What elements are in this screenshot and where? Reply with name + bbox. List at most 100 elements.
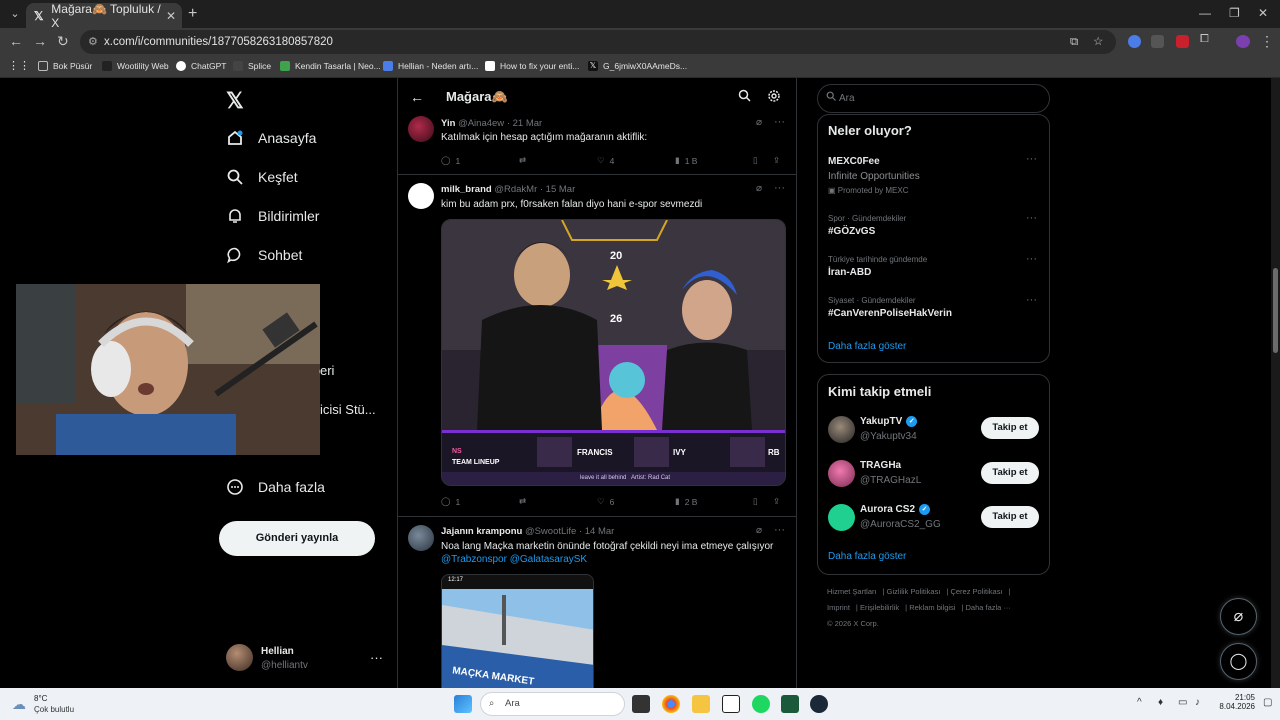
footer-link[interactable]: Gizlilik Politikası (887, 587, 941, 596)
avatar[interactable] (408, 183, 434, 209)
messages-fab-icon[interactable]: ◯ (1220, 643, 1257, 680)
reply-button[interactable]: ◯ 1 (441, 155, 460, 166)
nav-more[interactable]: Daha fazla (226, 478, 325, 496)
tweet[interactable]: Jajanın kramponu @SwootLife · 14 Mar ⌀ ·… (398, 517, 796, 688)
new-tab-button[interactable]: + (188, 5, 197, 23)
search-input[interactable]: Ara (817, 84, 1050, 113)
back-arrow-icon[interactable]: ← (410, 89, 424, 105)
follow-user-name[interactable]: YakupTV ✓ (860, 416, 918, 427)
app-icon[interactable] (781, 695, 799, 713)
footer-link[interactable]: Daha fazla ··· (966, 603, 1011, 612)
browser-menu-icon[interactable]: ⋮ (1260, 33, 1274, 50)
more-dots-icon[interactable]: ··· (774, 524, 785, 536)
close-tab-icon[interactable]: ✕ (166, 9, 176, 23)
follow-user-name[interactable]: TRAGHa (860, 460, 901, 471)
account-switcher[interactable]: Hellian @helliantv ··· (226, 644, 386, 674)
like-button[interactable]: ♡ 4 (597, 155, 614, 166)
bookmark-item[interactable]: ChatGPT (176, 61, 226, 71)
like-button[interactable]: ♡ 6 (597, 496, 614, 507)
tweet-date[interactable]: · 21 Mar (507, 118, 542, 129)
extension-icon[interactable] (1176, 35, 1189, 48)
bookmark-item[interactable]: Kendin Tasarla | Neo... (280, 61, 381, 71)
bookmark-button[interactable]: ▯ (753, 496, 758, 507)
bookmark-item[interactable]: Hellian - Neden artı... (383, 61, 478, 71)
footer-link[interactable]: Imprint (827, 603, 850, 612)
author-name[interactable]: Jajanın kramponu (441, 526, 522, 537)
microphone-icon[interactable]: ♦ (1158, 697, 1163, 708)
network-icon[interactable]: ▭ (1178, 697, 1187, 708)
bookmark-item[interactable]: How to fix your enti... (485, 61, 579, 71)
tweet-date[interactable]: · 15 Mar (540, 184, 575, 195)
notion-icon[interactable] (722, 695, 740, 713)
avatar[interactable] (828, 416, 855, 443)
install-app-icon[interactable]: ⧉ (1070, 30, 1078, 54)
more-dots-icon[interactable]: ··· (774, 182, 785, 194)
follow-button[interactable]: Takip et (981, 506, 1039, 528)
clock[interactable]: 21:05 8.04.2026 (1215, 693, 1255, 711)
spotify-icon[interactable] (752, 695, 770, 713)
tweet[interactable]: Yin @Aina4ew · 21 Mar ⌀ ··· Katılmak içi… (398, 116, 796, 175)
steam-icon[interactable] (810, 695, 828, 713)
site-info-icon[interactable]: ⚙ (88, 30, 98, 54)
bookmark-item[interactable]: Bok Püsür (38, 61, 92, 71)
address-bar[interactable]: ⚙ x.com/i/communities/187705826318085782… (80, 30, 1116, 54)
minimize-icon[interactable]: — (1199, 6, 1211, 20)
more-dots-icon[interactable]: ··· (1026, 253, 1037, 265)
search-icon[interactable] (738, 89, 751, 105)
share-button[interactable]: ⇪ (773, 155, 780, 166)
trend-name[interactable]: #CanVerenPoliseHakVerin (828, 308, 952, 319)
scrollbar-thumb[interactable] (1273, 268, 1278, 353)
apps-grid-icon[interactable]: ⋮⋮ (8, 59, 30, 72)
file-explorer-icon[interactable] (692, 695, 710, 713)
chrome-icon[interactable] (662, 695, 680, 713)
avatar[interactable] (408, 116, 434, 142)
author-handle[interactable]: @Aina4ew (458, 118, 504, 129)
grok-icon[interactable]: ⌀ (756, 117, 762, 128)
x-logo-icon[interactable]: 𝕏 (226, 88, 244, 114)
tweet-date[interactable]: · 14 Mar (579, 526, 614, 537)
views-button[interactable]: ▮ 1 B (675, 155, 697, 166)
close-window-icon[interactable]: ✕ (1258, 6, 1268, 20)
author-name[interactable]: Yin (441, 118, 455, 129)
follow-user-handle[interactable]: @Yakuptv34 (860, 431, 917, 442)
volume-icon[interactable]: ♪ (1195, 697, 1200, 708)
repost-button[interactable]: ⇄ (519, 155, 526, 166)
trend-name[interactable]: #GÖZvGS (828, 226, 875, 237)
tweet-mentions[interactable]: @Trabzonspor @GalatasaraySK (441, 554, 587, 565)
bookmark-star-icon[interactable]: ☆ (1093, 30, 1103, 54)
more-dots-icon[interactable]: ··· (1026, 153, 1037, 165)
extension-icon[interactable] (1128, 35, 1141, 48)
nav-notifications[interactable]: Bildirimler (226, 207, 319, 225)
task-view-icon[interactable] (632, 695, 650, 713)
taskbar-search-input[interactable]: ⌕ Ara (480, 692, 625, 716)
more-dots-icon[interactable]: ··· (774, 116, 785, 128)
follow-user-handle[interactable]: @AuroraCS2_GG (860, 519, 941, 530)
avatar[interactable] (828, 504, 855, 531)
extensions-puzzle-icon[interactable]: ⧠ (1200, 33, 1213, 46)
browser-tab[interactable]: 𝕏 Mağara🙈 Topluluk / X ✕ (26, 2, 182, 30)
gear-icon[interactable] (767, 89, 781, 106)
back-icon[interactable]: ← (9, 33, 23, 49)
more-dots-icon[interactable]: ··· (1026, 294, 1037, 306)
tab-search-button[interactable]: ⌄ (6, 5, 24, 23)
follow-show-more-link[interactable]: Daha fazla göster (828, 551, 906, 562)
extension-icon[interactable] (1151, 35, 1164, 48)
author-handle[interactable]: @SwootLife (525, 526, 576, 537)
trend-name[interactable]: İran-ABD (828, 267, 871, 278)
reload-icon[interactable]: ↻ (57, 33, 69, 50)
footer-link[interactable]: Erişilebilirlik (860, 603, 899, 612)
profile-avatar-icon[interactable] (1236, 35, 1250, 48)
grok-icon[interactable]: ⌀ (756, 183, 762, 194)
author-name[interactable]: milk_brand (441, 184, 492, 195)
author-handle[interactable]: @RdakMr (494, 184, 537, 195)
trends-show-more-link[interactable]: Daha fazla göster (828, 341, 906, 352)
bookmark-button[interactable]: ▯ (753, 155, 758, 166)
notifications-icon[interactable]: ▢ (1263, 697, 1272, 708)
trend-name[interactable]: MEXC0Fee (828, 156, 880, 167)
reply-button[interactable]: ◯ 1 (441, 496, 460, 507)
more-dots-icon[interactable]: ··· (370, 650, 383, 665)
follow-button[interactable]: Takip et (981, 417, 1039, 439)
follow-user-handle[interactable]: @TRAGHazL (860, 475, 921, 486)
footer-link[interactable]: Hizmet Şartları (827, 587, 877, 596)
nav-chat[interactable]: Sohbet (226, 246, 302, 264)
